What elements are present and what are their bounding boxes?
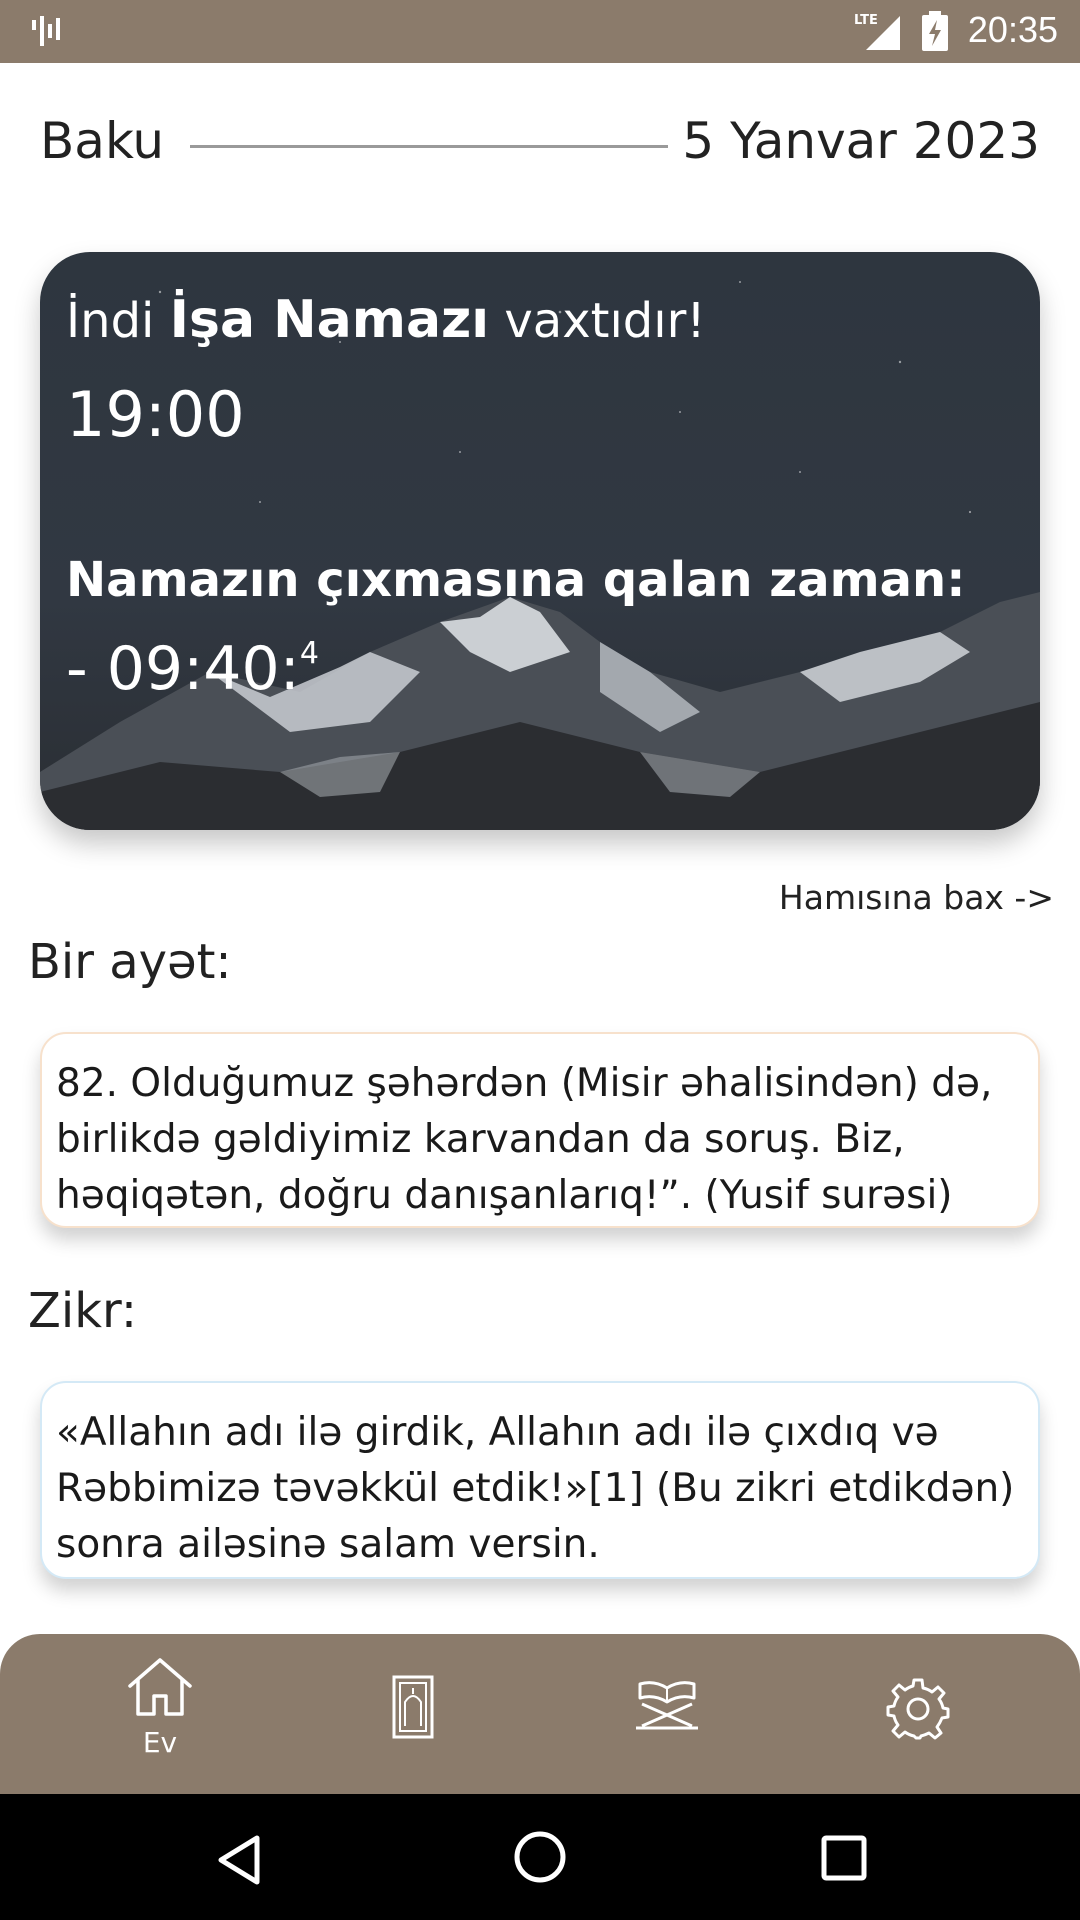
nav-prayer-times[interactable] bbox=[333, 1634, 493, 1794]
svg-text:LTE: LTE bbox=[854, 13, 878, 28]
city-name[interactable]: Baku bbox=[40, 112, 164, 170]
battery-charging-icon bbox=[922, 11, 948, 51]
ayah-card[interactable]: 82. Olduğumuz şəhərdən (Misir əhalisində… bbox=[40, 1032, 1040, 1228]
bottom-navigation: Ev bbox=[0, 1634, 1080, 1794]
nav-quran[interactable] bbox=[586, 1634, 746, 1794]
countdown-main: - 09:40: bbox=[66, 634, 300, 704]
back-icon bbox=[218, 1835, 260, 1885]
current-date: 5 Yanvar 2023 bbox=[682, 112, 1040, 170]
nav-settings[interactable] bbox=[838, 1634, 998, 1794]
home-icon bbox=[128, 1658, 192, 1716]
header-divider bbox=[190, 145, 668, 148]
lte-signal-icon: LTE bbox=[854, 13, 900, 50]
prayer-rug-icon bbox=[392, 1675, 434, 1739]
prayer-time: 19:00 bbox=[66, 378, 245, 451]
signal-activity-icon bbox=[32, 16, 60, 46]
nav-home-label: Ev bbox=[142, 1726, 178, 1759]
system-recents-button[interactable] bbox=[784, 1794, 904, 1920]
remaining-time-label: Namazın çıxmasına qalan zaman: bbox=[66, 552, 966, 608]
prayer-name: İşa Namazı bbox=[169, 290, 490, 350]
home-circle-icon bbox=[514, 1831, 566, 1883]
countdown-timer: - 09:40:4 bbox=[66, 634, 319, 704]
system-back-button[interactable] bbox=[175, 1794, 295, 1920]
home-screen: LTE 20:35 Baku 5 Yanvar 2023 İndi İşa Na… bbox=[0, 0, 1080, 1920]
status-bar: LTE 20:35 bbox=[0, 0, 1080, 63]
recents-icon bbox=[821, 1835, 867, 1881]
zikr-card[interactable]: «Allahın adı ilə girdik, Allahın adı ilə… bbox=[40, 1381, 1040, 1579]
see-all-link[interactable]: Hamısına bax -> bbox=[779, 878, 1054, 917]
zikr-text: «Allahın adı ilə girdik, Allahın adı ilə… bbox=[56, 1410, 1015, 1567]
now-prefix: İndi bbox=[66, 293, 155, 349]
quran-stand-icon bbox=[636, 1681, 698, 1730]
current-prayer-heading: İndi İşa Namazı vaxtıdır! bbox=[66, 290, 706, 350]
ayah-section-title: Bir ayət: bbox=[28, 934, 232, 990]
countdown-seconds: 4 bbox=[299, 636, 319, 671]
current-prayer-card[interactable]: İndi İşa Namazı vaxtıdır! 19:00 Namazın … bbox=[40, 252, 1040, 830]
system-navigation-bar bbox=[0, 1794, 1080, 1920]
nav-home[interactable]: Ev bbox=[80, 1634, 240, 1794]
now-suffix: vaxtıdır! bbox=[504, 293, 706, 349]
system-home-button[interactable] bbox=[480, 1794, 600, 1920]
ayah-text: 82. Olduğumuz şəhərdən (Misir əhalisində… bbox=[56, 1061, 993, 1218]
status-time: 20:35 bbox=[967, 9, 1058, 50]
gear-icon bbox=[886, 1678, 950, 1740]
zikr-section-title: Zikr: bbox=[28, 1283, 138, 1339]
